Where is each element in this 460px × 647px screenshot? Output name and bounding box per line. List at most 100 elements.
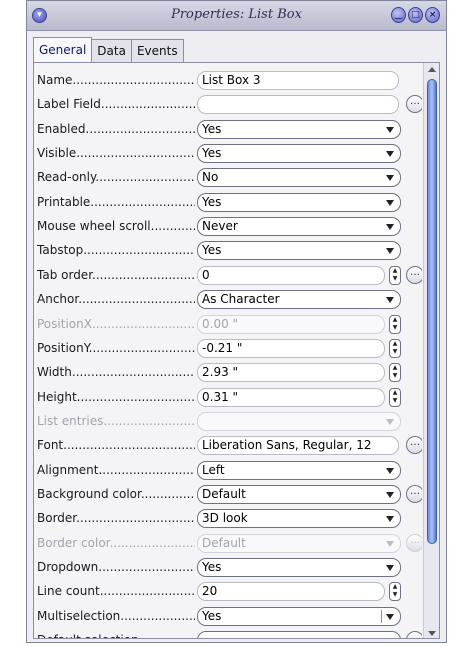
property-row-background-color: Background color........................…: [34, 484, 422, 504]
positionx-spinfield[interactable]: 0.00 ": [197, 314, 385, 334]
height-spinfield[interactable]: 0.31 ": [197, 387, 385, 407]
scrollbar-thumb[interactable]: [427, 79, 437, 544]
default-selection-ellipsis-button[interactable]: …: [406, 631, 422, 638]
property-row-border-color: Border color............................…: [34, 533, 422, 553]
dropdown-arrow-icon: [386, 151, 394, 158]
dropdown-arrow-icon: [386, 467, 394, 474]
visible-dropdown[interactable]: Yes: [197, 144, 401, 164]
spin-buttons-icon[interactable]: ▲ ▼: [389, 363, 401, 383]
property-row-default-selection: Default selection.......................…: [34, 630, 422, 638]
property-label-anchor: Anchor..................................…: [37, 292, 195, 307]
dropdown-arrow-icon: [386, 491, 394, 498]
spin-buttons-icon[interactable]: ▲ ▼: [389, 582, 401, 602]
property-row-positionx: PositionX...............................…: [34, 314, 422, 334]
spin-buttons-icon[interactable]: ▲ ▼: [389, 338, 401, 358]
font-ellipsis-button[interactable]: …: [406, 436, 422, 455]
default-selection-dropdown[interactable]: [197, 631, 401, 638]
tab-order-spinfield[interactable]: 0: [197, 265, 385, 285]
width-spinfield[interactable]: 2.93 ": [197, 363, 385, 383]
property-row-anchor: Anchor..................................…: [34, 289, 422, 310]
property-label-positionx: PositionX...............................…: [37, 316, 195, 331]
property-row-positiony: PositionY...............................…: [34, 338, 422, 358]
positiony-spinfield[interactable]: -0.21 ": [197, 338, 385, 358]
property-label-name: Name....................................…: [37, 73, 195, 87]
spin-buttons-icon[interactable]: ▲ ▼: [389, 314, 401, 334]
close-icon[interactable]: ×: [425, 7, 440, 23]
tab-bar: General Data Events: [33, 37, 184, 63]
property-label-height: Height..................................…: [37, 389, 195, 404]
enabled-dropdown[interactable]: Yes: [197, 119, 401, 139]
property-row-mouse-wheel-scroll: Mouse wheel scroll......................…: [34, 216, 422, 237]
property-row-label-field: Label Field.............................…: [34, 94, 422, 115]
tabstop-dropdown[interactable]: Yes: [197, 241, 401, 261]
tab-data[interactable]: Data: [91, 39, 132, 63]
property-label-font: Font....................................…: [37, 438, 195, 453]
property-row-tabstop: Tabstop.................................…: [34, 240, 422, 261]
property-list: Name....................................…: [34, 63, 422, 638]
dropdown-arrow-icon: [386, 418, 394, 425]
property-label-alignment: Alignment...............................…: [37, 462, 195, 477]
property-row-list-entries: List entries............................…: [34, 411, 422, 431]
font-field[interactable]: Liberation Sans, Regular, 12: [197, 436, 399, 456]
printable-dropdown[interactable]: Yes: [197, 192, 401, 212]
spin-buttons-icon[interactable]: ▲ ▼: [389, 387, 401, 407]
border-color-ellipsis-button[interactable]: …: [406, 533, 422, 552]
label-field-ellipsis-button[interactable]: …: [406, 95, 422, 114]
dropdown-arrow-icon: [386, 613, 394, 620]
border-dropdown[interactable]: 3D look: [197, 509, 401, 529]
label-field-field[interactable]: [197, 95, 399, 115]
background-color-dropdown[interactable]: Default: [197, 484, 401, 504]
scroll-up-icon[interactable]: [428, 67, 436, 72]
spin-buttons-icon[interactable]: ▲ ▼: [389, 265, 401, 285]
background-color-ellipsis-button[interactable]: …: [406, 484, 422, 503]
property-label-tabstop: Tabstop.................................…: [37, 243, 195, 258]
property-row-height: Height..................................…: [34, 387, 422, 407]
read-only-dropdown[interactable]: No: [197, 168, 401, 188]
mouse-wheel-scroll-dropdown[interactable]: Never: [197, 217, 401, 237]
tab-order-ellipsis-button[interactable]: …: [406, 265, 422, 284]
property-row-width: Width...................................…: [34, 362, 422, 383]
property-row-line-count: Line count..............................…: [34, 581, 422, 602]
alignment-dropdown[interactable]: Left: [197, 460, 401, 480]
property-label-read-only: Read-only...............................…: [37, 170, 195, 185]
property-label-enabled: Enabled.................................…: [37, 121, 195, 136]
property-label-default-selection: Default selection.......................…: [37, 633, 195, 638]
property-label-mouse-wheel-scroll: Mouse wheel scroll......................…: [37, 219, 195, 234]
name-field[interactable]: List Box 3: [197, 71, 399, 90]
anchor-dropdown[interactable]: As Character: [197, 290, 401, 310]
scroll-down-icon[interactable]: [428, 631, 436, 636]
dropdown-arrow-icon: [386, 248, 394, 255]
window-title: Properties: List Box: [171, 7, 302, 22]
title-bar[interactable]: ▾ Properties: List Box ‿ □ ×: [27, 1, 446, 31]
properties-panel: Name....................................…: [33, 62, 440, 639]
dropdown-arrow-icon: [386, 565, 394, 571]
property-row-border: Border..................................…: [34, 508, 422, 529]
property-label-label-field: Label Field.............................…: [37, 97, 195, 112]
property-row-read-only: Read-only...............................…: [34, 167, 422, 188]
dropdown-arrow-icon: [386, 126, 394, 133]
property-label-visible: Visible.................................…: [37, 146, 195, 161]
dropdown-dropdown[interactable]: Yes: [197, 558, 401, 577]
property-label-width: Width...................................…: [37, 365, 195, 380]
minimize-icon[interactable]: ‿: [391, 7, 406, 23]
property-row-visible: Visible.................................…: [34, 143, 422, 164]
line-count-spinfield[interactable]: 20: [197, 582, 385, 602]
tab-events[interactable]: Events: [130, 39, 184, 63]
property-row-enabled: Enabled.................................…: [34, 119, 422, 139]
property-label-background-color: Background color........................…: [37, 486, 195, 501]
dropdown-arrow-icon: [386, 199, 394, 206]
tab-general[interactable]: General: [33, 37, 93, 63]
property-label-tab-order: Tab order...............................…: [37, 267, 195, 282]
multiselection-dropdown[interactable]: Yes: [197, 606, 401, 626]
list-entries-dropdown[interactable]: [197, 411, 401, 431]
property-label-dropdown: Dropdown................................…: [37, 560, 195, 574]
property-label-list-entries: List entries............................…: [37, 413, 195, 428]
property-row-alignment: Alignment...............................…: [34, 460, 422, 480]
dropdown-arrow-icon: [386, 224, 394, 231]
property-label-positiony: PositionY...............................…: [37, 340, 195, 355]
vertical-scrollbar[interactable]: [423, 63, 439, 638]
property-row-tab-order: Tab order...............................…: [34, 265, 422, 285]
border-color-dropdown[interactable]: Default: [197, 533, 401, 553]
dropdown-arrow-icon: [386, 516, 394, 523]
maximize-icon[interactable]: □: [408, 7, 423, 23]
